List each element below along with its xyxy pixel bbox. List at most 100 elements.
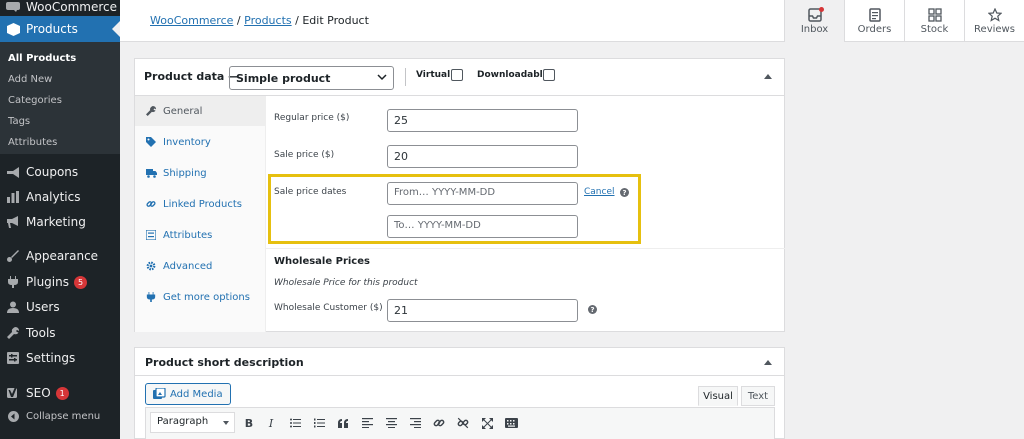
cancel-schedule-link[interactable]: Cancel: [584, 187, 615, 197]
align-right-icon[interactable]: [406, 414, 424, 432]
header-divider: [405, 68, 406, 86]
italic-button[interactable]: I: [262, 414, 280, 432]
sidebar-item-label: Plugins: [26, 275, 69, 289]
sidebar-item-appearance[interactable]: Appearance: [0, 246, 120, 266]
tab-shipping[interactable]: Shipping: [135, 158, 266, 188]
tab-label: Inventory: [163, 136, 211, 148]
truck-icon: [144, 168, 158, 178]
tab-reviews[interactable]: Reviews: [964, 0, 1024, 42]
fullscreen-icon[interactable]: [478, 414, 496, 432]
tab-inbox[interactable]: Inbox: [784, 0, 844, 42]
product-data-tabs: General Inventory Shipping Linked Produc…: [135, 96, 266, 332]
sidebar-item-tools[interactable]: Tools: [0, 323, 120, 343]
plug-icon: [144, 292, 158, 302]
bold-button[interactable]: B: [240, 414, 258, 432]
sidebar-item-label: Collapse menu: [26, 410, 101, 422]
sale-price-label: Sale price ($): [274, 150, 335, 160]
wholesale-customer-input[interactable]: 21: [387, 299, 578, 322]
regular-price-label: Regular price ($): [274, 113, 350, 123]
tab-visual[interactable]: Visual: [698, 386, 738, 406]
megaphone-icon: [0, 166, 26, 178]
paragraph-format-select[interactable]: Paragraph: [150, 412, 235, 433]
submenu-all-products[interactable]: All Products: [8, 53, 76, 64]
collapse-toggle-icon[interactable]: [764, 74, 772, 79]
tag-icon: [144, 137, 158, 147]
tab-stock[interactable]: Stock: [904, 0, 964, 42]
submenu-add-new[interactable]: Add New: [8, 74, 52, 85]
list-icon: [144, 230, 158, 240]
breadcrumb-separator: /: [236, 14, 241, 27]
product-type-value: Simple product: [236, 72, 331, 85]
active-indicator: [112, 21, 120, 37]
submenu-categories[interactable]: Categories: [8, 95, 62, 106]
sidebar-item-label: Products: [26, 22, 78, 36]
sidebar-item-products[interactable]: Products: [0, 16, 120, 42]
align-left-icon[interactable]: [358, 414, 376, 432]
tab-linked-products[interactable]: Linked Products: [135, 189, 266, 219]
collapse-toggle-icon[interactable]: [764, 360, 772, 365]
add-media-button[interactable]: Add Media: [145, 383, 231, 405]
sidebar-item-woocommerce[interactable]: WooCommerce: [0, 0, 120, 14]
add-media-label: Add Media: [170, 388, 223, 400]
submenu-tags[interactable]: Tags: [8, 116, 30, 127]
activity-panel-tabs: Inbox Orders Stock Reviews: [784, 0, 1024, 42]
collapse-icon: [0, 410, 26, 422]
breadcrumb-woocommerce-link[interactable]: WooCommerce: [150, 14, 233, 27]
blockquote-icon[interactable]: [334, 414, 352, 432]
bullet-list-icon[interactable]: [286, 414, 304, 432]
breadcrumb-products-link[interactable]: Products: [244, 14, 292, 27]
sidebar-item-plugins[interactable]: Plugins 5: [0, 272, 120, 292]
unlink-icon[interactable]: [454, 414, 472, 432]
section-divider: [266, 248, 785, 249]
collapse-menu-button[interactable]: Collapse menu: [0, 407, 120, 425]
link-icon: [144, 199, 158, 209]
virtual-checkbox[interactable]: [451, 69, 463, 81]
wholesale-customer-label: Wholesale Customer ($): [274, 303, 383, 313]
tab-advanced[interactable]: Advanced: [135, 251, 266, 281]
sidebar-item-label: WooCommerce: [26, 0, 117, 14]
wholesale-prices-description: Wholesale Price for this product: [274, 278, 418, 288]
sidebar-item-marketing[interactable]: Marketing: [0, 212, 120, 232]
downloadable-checkbox[interactable]: [543, 69, 555, 81]
help-icon[interactable]: ?: [588, 305, 597, 314]
tab-general[interactable]: General: [135, 96, 266, 126]
sidebar-item-analytics[interactable]: Analytics: [0, 187, 120, 207]
tab-label: Shipping: [163, 167, 207, 179]
admin-sidebar: WooCommerce Products All Products Add Ne…: [0, 0, 120, 439]
chevron-down-icon: [377, 74, 387, 81]
numbered-list-icon[interactable]: [310, 414, 328, 432]
tab-get-more-options[interactable]: Get more options: [135, 282, 266, 312]
plug-icon: [0, 276, 26, 288]
submenu-attributes[interactable]: Attributes: [8, 137, 57, 148]
sidebar-item-settings[interactable]: Settings: [0, 348, 120, 368]
regular-price-input[interactable]: 25: [387, 109, 578, 132]
marketing-icon: [0, 216, 26, 228]
link-icon[interactable]: [430, 414, 448, 432]
tab-text[interactable]: Text: [741, 386, 775, 406]
sidebar-item-label: Analytics: [26, 190, 81, 204]
sidebar-item-users[interactable]: Users: [0, 297, 120, 317]
sale-price-dates-label: Sale price dates: [274, 187, 347, 197]
breadcrumb-current: Edit Product: [302, 14, 369, 27]
help-icon[interactable]: ?: [620, 188, 629, 197]
gear-icon: [144, 261, 158, 271]
tab-label: Attributes: [163, 229, 213, 241]
sidebar-item-seo[interactable]: SEO 1: [0, 383, 120, 403]
tab-attributes[interactable]: Attributes: [135, 220, 266, 250]
product-type-select[interactable]: Simple product: [229, 66, 394, 90]
sale-date-to-input[interactable]: To… YYYY-MM-DD: [387, 215, 578, 238]
align-center-icon[interactable]: [382, 414, 400, 432]
breadcrumb: WooCommerce / Products / Edit Product: [150, 14, 369, 27]
virtual-label: Virtual:: [416, 70, 454, 80]
tab-orders[interactable]: Orders: [844, 0, 904, 42]
sidebar-item-coupons[interactable]: Coupons: [0, 162, 120, 182]
paintbrush-icon: [0, 250, 26, 262]
wrench-icon: [0, 327, 26, 339]
tab-inventory[interactable]: Inventory: [135, 127, 266, 157]
sale-date-from-input[interactable]: From… YYYY-MM-DD: [387, 182, 578, 205]
tab-label: Inbox: [800, 23, 829, 35]
downloadable-label: Downloadable:: [477, 70, 553, 80]
keyboard-icon[interactable]: [502, 414, 520, 432]
star-icon: [987, 7, 1002, 22]
sale-price-input[interactable]: 20: [387, 145, 578, 168]
